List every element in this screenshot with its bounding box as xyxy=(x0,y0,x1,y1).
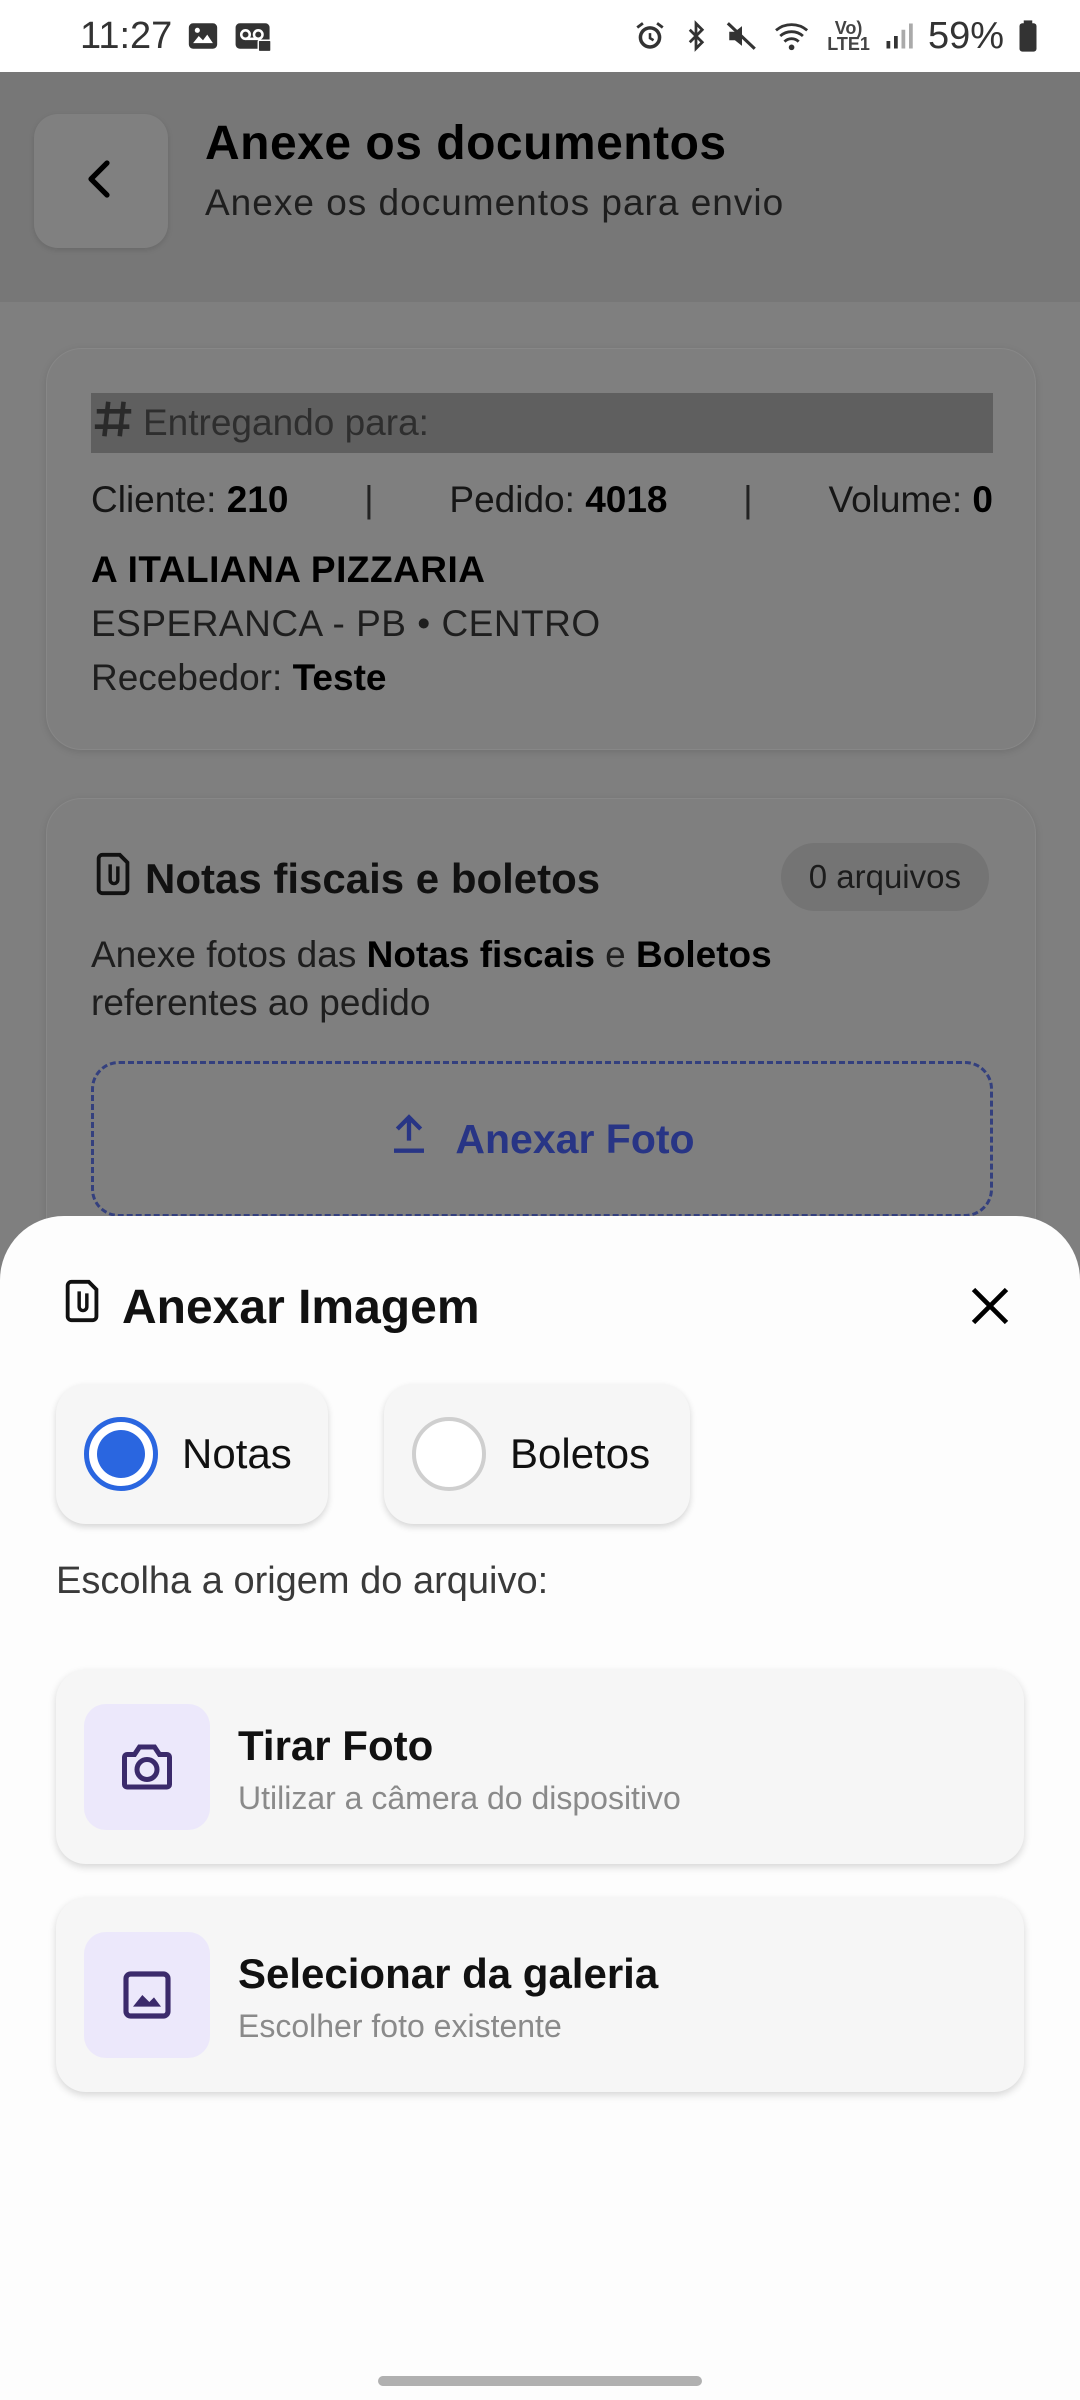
image-icon xyxy=(186,19,220,53)
attach-photo-button[interactable]: Anexar Foto xyxy=(91,1061,993,1217)
battery-percent: 59% xyxy=(927,14,1004,57)
battery-icon xyxy=(1018,19,1038,53)
wifi-icon xyxy=(773,19,813,53)
sheet-title: Anexar Imagem xyxy=(60,1276,480,1338)
option-title: Tirar Foto xyxy=(238,1722,434,1769)
receiver-info: Recebedor: Teste xyxy=(91,657,387,698)
status-left: 11:27 xyxy=(80,15,274,58)
page-subtitle: Anexe os documentos para envio xyxy=(205,182,785,223)
documents-description: Anexe fotos das Notas fiscais e Boletos … xyxy=(91,934,772,1023)
close-button[interactable] xyxy=(960,1278,1020,1338)
delivery-label-bar: Entregando para: xyxy=(91,393,993,453)
documents-title: Notas fiscais e boletos xyxy=(91,851,600,907)
radio-checked-icon xyxy=(84,1417,158,1491)
status-right: Vo) LTE1 59% xyxy=(633,15,1038,58)
attach-image-sheet: Anexar Imagem Notas Boletos Escolha a or… xyxy=(0,1216,1080,2400)
client-city: ESPERANCA - PB • CENTRO xyxy=(91,603,601,644)
mute-icon xyxy=(725,19,759,53)
paperclip-document-icon xyxy=(91,851,137,907)
status-time: 11:27 xyxy=(80,14,173,57)
gallery-icon xyxy=(84,1932,210,2058)
back-button[interactable] xyxy=(34,114,168,248)
client-name: A ITALIANA PIZZARIA xyxy=(91,549,486,590)
origin-label: Escolha a origem do arquivo: xyxy=(56,1560,549,1602)
header: Anexe os documentos Anexe os documentos … xyxy=(0,72,1080,302)
pedido-value: 4018 xyxy=(585,479,668,520)
delivery-card: Entregando para: Cliente: 210 | Pedido: … xyxy=(46,348,1036,750)
option-title: Selecionar da galeria xyxy=(238,1950,659,1997)
network-bottom: LTE1 xyxy=(827,34,870,54)
hash-icon xyxy=(91,396,137,451)
separator: | xyxy=(364,479,374,520)
documents-card: Notas fiscais e boletos 0 arquivos Anexe… xyxy=(46,798,1036,1258)
pedido-info: Pedido: 4018 xyxy=(449,479,668,520)
chevron-left-icon xyxy=(77,155,125,208)
select-gallery-option[interactable]: Selecionar da galeria Escolher foto exis… xyxy=(56,1898,1024,2092)
radio-option-notas[interactable]: Notas xyxy=(56,1384,328,1524)
network-type: Vo) LTE1 xyxy=(827,19,870,54)
cliente-value: 210 xyxy=(226,479,289,520)
home-indicator[interactable] xyxy=(378,2376,702,2386)
option-subtitle: Utilizar a câmera do dispositivo xyxy=(238,1780,681,1816)
radio-option-boletos[interactable]: Boletos xyxy=(384,1384,690,1524)
radio-unchecked-icon xyxy=(412,1417,486,1491)
files-count-badge: 0 arquivos xyxy=(780,843,989,911)
alarm-icon xyxy=(633,19,667,53)
receiver-value: Teste xyxy=(292,657,387,698)
paperclip-document-icon xyxy=(60,1276,106,1338)
bluetooth-icon xyxy=(681,19,711,53)
cliente-info: Cliente: 210 xyxy=(91,479,289,520)
volume-value: 0 xyxy=(972,479,993,520)
voicemail-icon xyxy=(234,19,274,53)
radio-label: Boletos xyxy=(510,1430,651,1477)
separator: | xyxy=(743,479,753,520)
camera-icon xyxy=(84,1704,210,1830)
radio-label: Notas xyxy=(182,1430,292,1477)
take-photo-option[interactable]: Tirar Foto Utilizar a câmera do disposit… xyxy=(56,1670,1024,1864)
volume-info: Volume: 0 xyxy=(828,479,993,520)
signal-icon xyxy=(884,19,914,53)
delivery-label: Entregando para: xyxy=(143,402,429,443)
upload-icon xyxy=(389,1112,429,1166)
order-info-row: Cliente: 210 | Pedido: 4018 | Volume: 0 xyxy=(91,479,993,521)
page-title: Anexe os documentos xyxy=(205,117,727,170)
status-bar: 11:27 Vo) LTE1 59% xyxy=(0,0,1080,72)
close-icon xyxy=(968,1284,1012,1333)
option-subtitle: Escolher foto existente xyxy=(238,2008,562,2044)
